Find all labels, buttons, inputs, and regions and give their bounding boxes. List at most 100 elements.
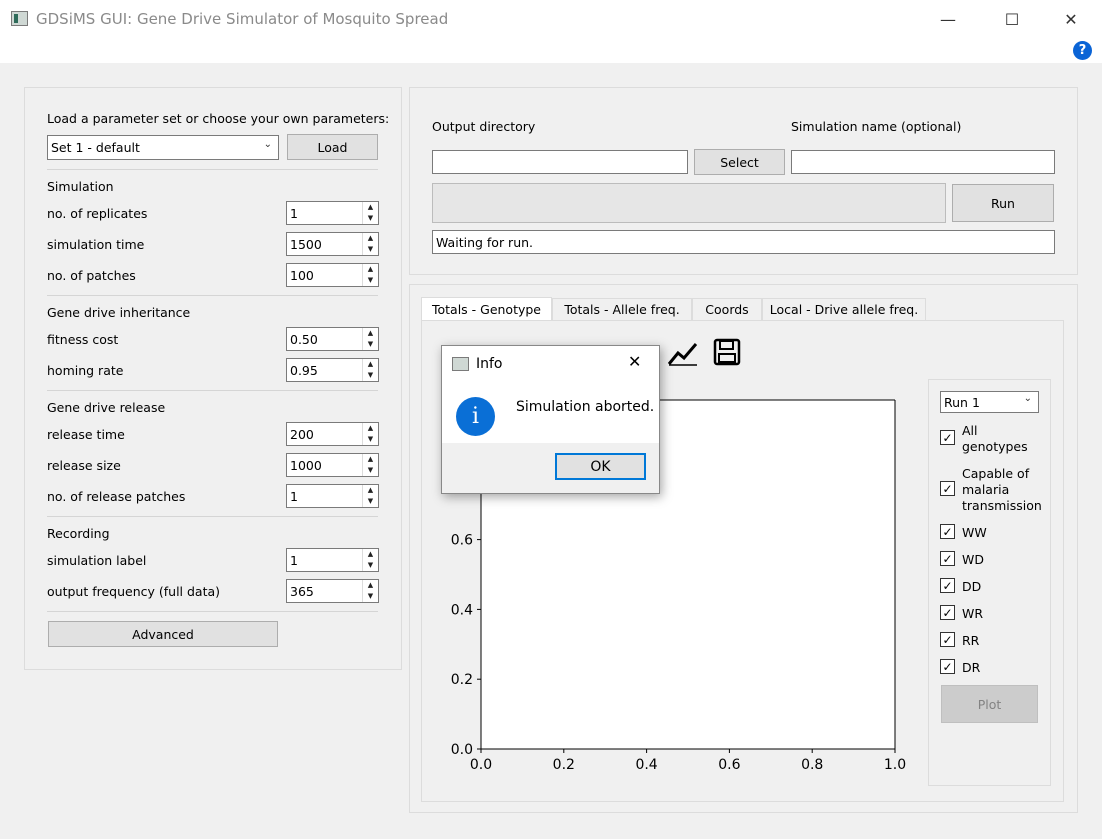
checkbox-label-dr: DR bbox=[962, 660, 981, 675]
tab-coords[interactable]: Coords bbox=[692, 298, 762, 320]
parameter-set-value: Set 1 - default bbox=[51, 140, 140, 155]
checkbox-malaria-capable[interactable]: ✓ bbox=[940, 481, 955, 496]
spin-arrows-icon[interactable]: ▲ ▼ bbox=[362, 328, 378, 350]
divider bbox=[47, 295, 378, 296]
checkbox-dd[interactable]: ✓ bbox=[940, 578, 955, 593]
section-heading-recording: Recording bbox=[47, 526, 110, 541]
output-frequency-spinbox[interactable]: 365 ▲ ▼ bbox=[286, 579, 379, 603]
info-icon: i bbox=[456, 397, 495, 436]
spin-arrows-icon[interactable]: ▲ ▼ bbox=[362, 233, 378, 255]
checkbox-wd[interactable]: ✓ bbox=[940, 551, 955, 566]
release-size-value: 1000 bbox=[290, 458, 322, 473]
replicates-value: 1 bbox=[290, 206, 298, 221]
output-frequency-value: 365 bbox=[290, 584, 314, 599]
release-time-spinbox[interactable]: 200 ▲ ▼ bbox=[286, 422, 379, 446]
chevron-down-icon: ⌄ bbox=[1023, 393, 1032, 404]
load-params-label: Load a parameter set or choose your own … bbox=[47, 111, 390, 126]
patches-spinbox[interactable]: 100 ▲ ▼ bbox=[286, 263, 379, 287]
simulation-name-input[interactable] bbox=[791, 150, 1055, 174]
customize-plot-icon[interactable] bbox=[667, 338, 699, 368]
x-tick-label: 0.8 bbox=[801, 757, 823, 773]
simulation-time-value: 1500 bbox=[290, 237, 322, 252]
app-icon bbox=[11, 11, 28, 26]
progress-bar bbox=[432, 183, 946, 223]
x-tick-label: 0.4 bbox=[635, 757, 657, 773]
replicates-spinbox[interactable]: 1 ▲ ▼ bbox=[286, 201, 379, 225]
release-patches-value: 1 bbox=[290, 489, 298, 504]
dialog-close-icon[interactable]: ✕ bbox=[628, 352, 641, 371]
spin-arrows-icon[interactable]: ▲ ▼ bbox=[362, 549, 378, 571]
x-tick-label: 0.2 bbox=[553, 757, 575, 773]
checkbox-rr[interactable]: ✓ bbox=[940, 632, 955, 647]
homing-rate-label: homing rate bbox=[47, 363, 124, 378]
simulation-time-spinbox[interactable]: 1500 ▲ ▼ bbox=[286, 232, 379, 256]
release-time-label: release time bbox=[47, 427, 125, 442]
spin-arrows-icon[interactable]: ▲ ▼ bbox=[362, 202, 378, 224]
chevron-down-icon: ⌄ bbox=[263, 139, 272, 150]
run-select[interactable]: Run 1 ⌄ bbox=[940, 391, 1039, 413]
checkbox-label-rr: RR bbox=[962, 633, 980, 648]
menu-strip bbox=[0, 38, 1102, 63]
ok-button[interactable]: OK bbox=[555, 453, 646, 480]
simulation-label-label: simulation label bbox=[47, 553, 147, 568]
patches-label: no. of patches bbox=[47, 268, 136, 283]
output-frequency-label: output frequency (full data) bbox=[47, 584, 221, 599]
load-button[interactable]: Load bbox=[287, 134, 378, 160]
checkbox-label-malaria-capable: Capable of malaria transmission bbox=[962, 466, 1042, 513]
section-heading-release: Gene drive release bbox=[47, 400, 166, 415]
x-tick-label: 0.0 bbox=[470, 757, 492, 773]
run-button[interactable]: Run bbox=[952, 184, 1054, 222]
homing-rate-spinbox[interactable]: 0.95 ▲ ▼ bbox=[286, 358, 379, 382]
parameter-set-select[interactable]: Set 1 - default ⌄ bbox=[47, 135, 279, 160]
select-button[interactable]: Select bbox=[694, 149, 785, 175]
simulation-label-value: 1 bbox=[290, 553, 298, 568]
patches-value: 100 bbox=[290, 268, 314, 283]
close-window-button[interactable]: ✕ bbox=[1048, 0, 1094, 38]
help-icon[interactable]: ? bbox=[1073, 41, 1092, 60]
y-tick-label: 0.0 bbox=[451, 742, 473, 758]
simulation-name-label: Simulation name (optional) bbox=[791, 119, 962, 134]
spin-arrows-icon[interactable]: ▲ ▼ bbox=[362, 454, 378, 476]
advanced-button[interactable]: Advanced bbox=[48, 621, 278, 647]
output-directory-input[interactable] bbox=[432, 150, 688, 174]
simulation-label-spinbox[interactable]: 1 ▲ ▼ bbox=[286, 548, 379, 572]
release-patches-spinbox[interactable]: 1 ▲ ▼ bbox=[286, 484, 379, 508]
y-tick-label: 0.2 bbox=[451, 672, 473, 688]
checkbox-wr[interactable]: ✓ bbox=[940, 605, 955, 620]
spin-arrows-icon[interactable]: ▲ ▼ bbox=[362, 264, 378, 286]
dialog-message: Simulation aborted. bbox=[516, 399, 655, 415]
window-title: GDSiMS GUI: Gene Drive Simulator of Mosq… bbox=[36, 10, 449, 28]
release-size-label: release size bbox=[47, 458, 121, 473]
y-tick-label: 0.6 bbox=[451, 533, 473, 549]
spin-arrows-icon[interactable]: ▲ ▼ bbox=[362, 580, 378, 602]
homing-rate-value: 0.95 bbox=[290, 363, 318, 378]
release-time-value: 200 bbox=[290, 427, 314, 442]
checkbox-all-genotypes[interactable]: ✓ bbox=[940, 430, 955, 445]
section-heading-inheritance: Gene drive inheritance bbox=[47, 305, 191, 320]
output-directory-label: Output directory bbox=[432, 119, 536, 134]
release-size-spinbox[interactable]: 1000 ▲ ▼ bbox=[286, 453, 379, 477]
fitness-cost-label: fitness cost bbox=[47, 332, 119, 347]
plot-button[interactable]: Plot bbox=[941, 685, 1038, 723]
spin-arrows-icon[interactable]: ▲ ▼ bbox=[362, 359, 378, 381]
save-icon[interactable] bbox=[713, 338, 741, 366]
tab-local-drive-allele-freq[interactable]: Local - Drive allele freq. bbox=[762, 298, 926, 320]
replicates-label: no. of replicates bbox=[47, 206, 148, 221]
y-tick-label: 0.4 bbox=[451, 602, 473, 618]
tab-totals-allele-freq[interactable]: Totals - Allele freq. bbox=[552, 298, 692, 320]
release-patches-label: no. of release patches bbox=[47, 489, 186, 504]
tab-totals-genotype[interactable]: Totals - Genotype bbox=[421, 297, 552, 321]
dialog-app-icon bbox=[452, 357, 469, 371]
status-field: Waiting for run. bbox=[432, 230, 1055, 254]
spin-arrows-icon[interactable]: ▲ ▼ bbox=[362, 423, 378, 445]
checkbox-ww[interactable]: ✓ bbox=[940, 524, 955, 539]
checkbox-label-ww: WW bbox=[962, 525, 987, 540]
checkbox-dr[interactable]: ✓ bbox=[940, 659, 955, 674]
divider bbox=[47, 390, 378, 391]
fitness-cost-spinbox[interactable]: 0.50 ▲ ▼ bbox=[286, 327, 379, 351]
spin-arrows-icon[interactable]: ▲ ▼ bbox=[362, 485, 378, 507]
x-tick-label: 1.0 bbox=[884, 757, 906, 773]
checkbox-label-wd: WD bbox=[962, 552, 984, 567]
maximize-button[interactable]: ☐ bbox=[989, 0, 1035, 38]
minimize-button[interactable]: — bbox=[925, 0, 971, 38]
